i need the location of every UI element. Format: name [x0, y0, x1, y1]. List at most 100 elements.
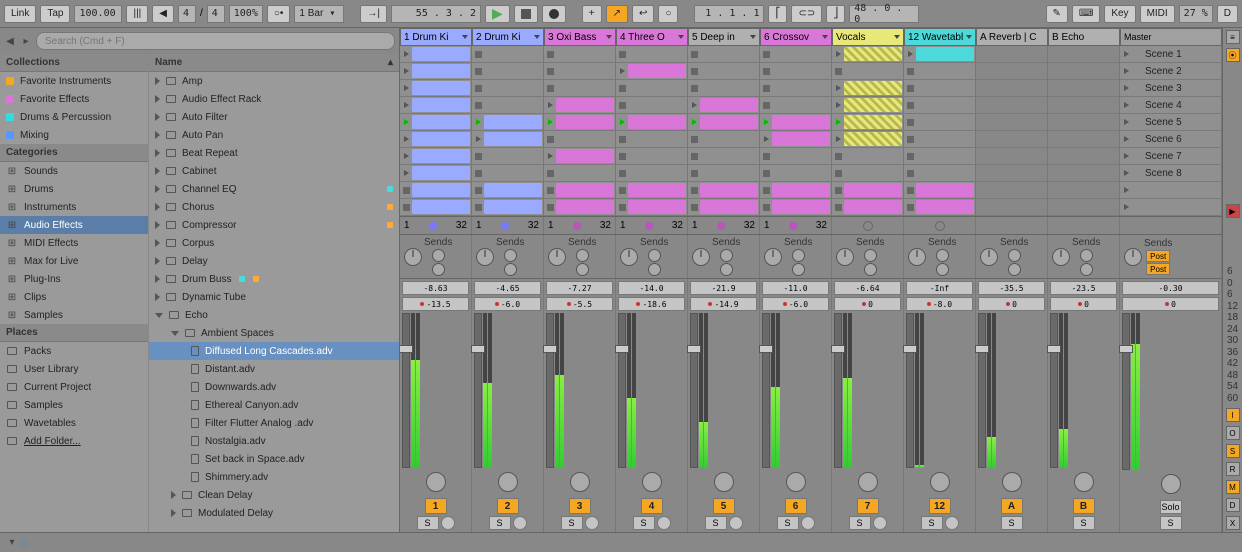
fader-handle[interactable] — [1047, 345, 1061, 353]
clip-play-icon[interactable] — [690, 101, 699, 110]
fader-handle[interactable] — [831, 345, 845, 353]
send-a-knob[interactable] — [864, 249, 877, 262]
link-button[interactable]: Link — [4, 5, 36, 23]
session-rec-icon[interactable]: ○ — [658, 5, 678, 23]
clip[interactable] — [700, 200, 758, 214]
preset-item[interactable]: Nostalgia.adv — [149, 432, 399, 450]
expand-icon[interactable] — [155, 257, 160, 265]
peak-value[interactable]: -4.65 — [474, 281, 541, 295]
clip-slot[interactable] — [544, 199, 615, 216]
sig-num[interactable]: 4 — [178, 5, 196, 23]
send-b-knob[interactable] — [432, 263, 445, 276]
clip-play-icon[interactable] — [546, 84, 555, 93]
track-info[interactable] — [976, 217, 1048, 234]
pan-knob-2[interactable] — [714, 472, 734, 492]
expand-icon[interactable] — [171, 509, 176, 517]
clip-slot[interactable] — [544, 114, 615, 131]
clip[interactable] — [484, 132, 542, 146]
track-header[interactable]: 1 Drum Ki — [400, 28, 472, 46]
clip-slot[interactable] — [472, 131, 543, 148]
clip-play-icon[interactable] — [474, 84, 483, 93]
mixer-toggle[interactable]: M — [1226, 480, 1240, 494]
track-number-button[interactable]: 5 — [713, 498, 735, 514]
clip-play-icon[interactable] — [402, 84, 411, 93]
clip-slot[interactable] — [904, 80, 975, 97]
clip-play-icon[interactable] — [762, 203, 771, 212]
loop-start[interactable]: 1 . 1 . 1 — [694, 5, 764, 23]
scene-slot[interactable]: Scene 3 — [1120, 80, 1221, 97]
crossfade-toggle[interactable]: X — [1226, 516, 1240, 530]
clip[interactable] — [484, 115, 542, 129]
send-b-knob[interactable] — [576, 263, 589, 276]
clip-slot[interactable] — [832, 199, 903, 216]
clip-slot[interactable] — [400, 46, 471, 63]
clip[interactable] — [700, 115, 758, 129]
scene-slot[interactable]: Scene 6 — [1120, 131, 1221, 148]
peak-value[interactable]: -14.0 — [618, 281, 685, 295]
scene-slot[interactable]: Scene 2 — [1120, 63, 1221, 80]
clip-slot[interactable] — [976, 131, 1047, 148]
clip-slot[interactable] — [832, 182, 903, 199]
loop-icon[interactable]: ⊂⊃ — [791, 5, 822, 23]
arm-button[interactable] — [441, 516, 455, 530]
device-item[interactable]: Beat Repeat — [149, 144, 399, 162]
expand-icon[interactable] — [155, 185, 160, 193]
track-number-button[interactable]: A — [1001, 498, 1023, 514]
gain-value[interactable]: -5.5 — [546, 297, 613, 311]
clip-play-icon[interactable] — [618, 118, 627, 127]
chevron-down-icon[interactable] — [462, 35, 468, 39]
device-item[interactable]: Compressor — [149, 216, 399, 234]
clip-slot[interactable] — [904, 199, 975, 216]
stop-button[interactable] — [514, 5, 538, 23]
pan-knob[interactable] — [908, 248, 926, 266]
play-button[interactable]: ▶ — [485, 5, 510, 23]
post-a-button[interactable]: Post — [1146, 250, 1170, 262]
scene-play-icon[interactable] — [1122, 169, 1131, 178]
clip-play-icon[interactable] — [402, 135, 411, 144]
clip-slot[interactable] — [472, 199, 543, 216]
clip-slot[interactable] — [616, 148, 687, 165]
preset-item[interactable]: Filter Flutter Analog .adv — [149, 414, 399, 432]
track-header[interactable]: B Echo — [1048, 28, 1120, 46]
nudge-down-icon[interactable]: ◀ — [152, 5, 174, 23]
track-number-button[interactable]: 3 — [569, 498, 591, 514]
clip[interactable] — [412, 149, 470, 163]
solo-button[interactable]: S — [1001, 516, 1023, 530]
clip-slot[interactable] — [832, 63, 903, 80]
arm-button[interactable] — [801, 516, 815, 530]
clip[interactable] — [700, 98, 758, 112]
track-number-button[interactable]: 2 — [497, 498, 519, 514]
clip-play-icon[interactable] — [762, 152, 771, 161]
track-info[interactable]: 132 — [544, 217, 616, 234]
clip-play-icon[interactable] — [618, 152, 627, 161]
clip-slot[interactable] — [832, 97, 903, 114]
clip-play-icon[interactable] — [834, 67, 843, 76]
clip[interactable] — [412, 200, 470, 214]
device-item[interactable]: Channel EQ — [149, 180, 399, 198]
clip-play-icon[interactable] — [834, 203, 843, 212]
clip-slot[interactable] — [976, 80, 1047, 97]
clip-slot[interactable] — [688, 182, 759, 199]
gain-value[interactable]: -8.0 — [906, 297, 973, 311]
clip[interactable] — [628, 64, 686, 78]
peak-value[interactable]: -35.5 — [978, 281, 1045, 295]
clip-slot[interactable] — [400, 182, 471, 199]
clip-play-icon[interactable] — [834, 152, 843, 161]
track-number-button[interactable]: 4 — [641, 498, 663, 514]
clip-slot[interactable] — [832, 131, 903, 148]
preset-item[interactable]: Ethereal Canyon.adv — [149, 396, 399, 414]
pan-knob-2[interactable] — [786, 472, 806, 492]
clip[interactable] — [412, 81, 470, 95]
fader-track[interactable] — [978, 313, 986, 468]
send-b-knob[interactable] — [792, 263, 805, 276]
chevron-down-icon[interactable] — [822, 35, 828, 39]
send-a-knob[interactable] — [504, 249, 517, 262]
clip-slot[interactable] — [760, 97, 831, 114]
tap-button[interactable]: Tap — [40, 5, 70, 23]
clip[interactable] — [772, 200, 830, 214]
clip-play-icon[interactable] — [474, 67, 483, 76]
pencil-icon[interactable]: ✎ — [1046, 5, 1068, 23]
clip[interactable] — [556, 200, 614, 214]
category-item[interactable]: ⊞Samples — [0, 306, 148, 324]
expand-icon[interactable] — [155, 221, 160, 229]
